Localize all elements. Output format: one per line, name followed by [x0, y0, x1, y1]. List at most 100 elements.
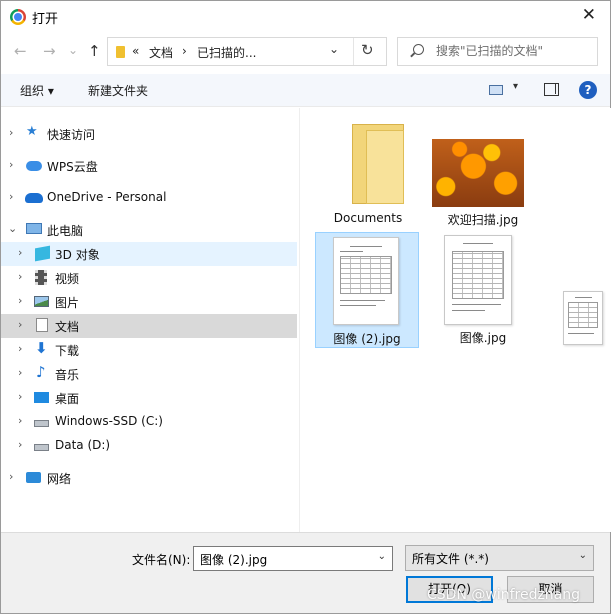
scan-thumbnail	[333, 237, 399, 325]
chevron-right-icon[interactable]: ›	[18, 366, 22, 379]
scan-thumbnail	[444, 235, 512, 325]
divider	[353, 38, 354, 65]
search-input[interactable]	[434, 41, 594, 61]
breadcrumb-separator[interactable]: ›	[182, 44, 187, 58]
chevron-right-icon[interactable]: ›	[18, 414, 22, 427]
sidebar-item-label: 文档	[55, 320, 80, 334]
chevron-right-icon[interactable]: ›	[18, 438, 22, 451]
sidebar-item-label: WPS云盘	[47, 160, 98, 174]
file-list: Documents 欢迎扫描.jpg 图像 (2).jpg 图像.jpg	[300, 108, 541, 532]
sidebar-item-label: Windows-SSD (C:)	[55, 414, 163, 428]
picture-icon	[34, 296, 49, 307]
file-item-welcome-scan[interactable]: 欢迎扫描.jpg	[431, 114, 535, 230]
close-button[interactable]: ✕	[582, 5, 596, 25]
download-icon: ⬇	[35, 339, 48, 357]
chevron-right-icon[interactable]: ›	[18, 246, 22, 259]
sidebar-item-label: 图片	[55, 296, 80, 310]
sidebar-item-desktop[interactable]: › 桌面	[1, 386, 297, 410]
onedrive-icon	[25, 193, 43, 203]
file-item-documents[interactable]: Documents	[316, 114, 420, 230]
forward-button[interactable]: →	[43, 42, 56, 60]
image-thumbnail	[432, 139, 524, 207]
search-box[interactable]	[397, 37, 598, 66]
sidebar-item-documents[interactable]: › 文档	[1, 314, 297, 338]
open-file-dialog: 打开 ✕ ← → ⌄ ↑ « 文档 › 已扫描的... ⌄ ↻ 组织 ▾ 新建文…	[0, 0, 611, 614]
video-icon	[35, 270, 47, 285]
file-name: Documents	[333, 211, 403, 225]
preview-pane	[541, 108, 611, 532]
sidebar-item-network[interactable]: › 网络	[1, 466, 297, 490]
drive-icon	[34, 420, 49, 427]
address-bar[interactable]: « 文档 › 已扫描的... ⌄ ↻	[107, 37, 387, 66]
document-icon	[36, 318, 48, 332]
sidebar-item-onedrive[interactable]: › OneDrive - Personal	[1, 186, 297, 210]
address-dropdown-icon[interactable]: ⌄	[329, 42, 339, 56]
help-icon[interactable]: ?	[579, 81, 597, 99]
preview-pane-icon[interactable]	[544, 83, 559, 96]
file-name: 图像 (2).jpg	[333, 332, 401, 346]
sidebar-item-videos[interactable]: › 视频	[1, 266, 297, 290]
recent-locations-button[interactable]: ⌄	[68, 43, 78, 57]
organize-menu[interactable]: 组织 ▾	[20, 82, 54, 99]
filename-input[interactable]: 图像 (2).jpg ⌄	[193, 546, 393, 571]
cube-icon	[35, 245, 50, 262]
chevron-right-icon[interactable]: ›	[18, 390, 22, 403]
sidebar-item-drive-d[interactable]: › Data (D:)	[1, 434, 297, 458]
chevron-right-icon[interactable]: ›	[9, 126, 13, 139]
breadcrumb-documents[interactable]: 文档	[149, 44, 173, 61]
chevron-down-icon[interactable]: ⌄	[8, 222, 17, 235]
view-dropdown-icon[interactable]: ▾	[513, 81, 518, 92]
refresh-icon[interactable]: ↻	[361, 41, 374, 59]
sidebar-item-wps-cloud[interactable]: › WPS云盘	[1, 154, 297, 178]
sidebar-item-3d-objects[interactable]: › 3D 对象	[1, 242, 297, 266]
filename-label: 文件名(N):	[132, 553, 191, 567]
music-icon: ♪	[36, 363, 46, 381]
navigation-pane[interactable]: › ★ 快速访问 › WPS云盘 › OneDrive - Personal ⌄…	[1, 108, 299, 532]
preview-thumbnail	[563, 291, 603, 345]
folder-icon	[352, 124, 406, 204]
chevron-right-icon[interactable]: ›	[9, 158, 13, 171]
file-item-image-2[interactable]: 图像 (2).jpg	[315, 232, 419, 348]
pc-icon	[26, 223, 42, 234]
new-folder-button[interactable]: 新建文件夹	[88, 82, 148, 99]
up-button[interactable]: ↑	[88, 42, 101, 60]
view-options-icon[interactable]	[489, 85, 503, 95]
sidebar-item-pictures[interactable]: › 图片	[1, 290, 297, 314]
sidebar-item-this-pc[interactable]: ⌄ 此电脑	[1, 218, 297, 242]
sidebar-item-label: 网络	[47, 472, 72, 486]
sidebar-item-label: 此电脑	[47, 224, 84, 238]
breadcrumb-scanned[interactable]: 已扫描的...	[197, 44, 256, 61]
chevron-right-icon[interactable]: ›	[18, 342, 22, 355]
chevron-right-icon[interactable]: ›	[9, 190, 13, 203]
filename-value: 图像 (2).jpg	[200, 553, 268, 567]
search-icon	[413, 44, 424, 55]
dialog-title: 打开	[32, 12, 59, 27]
folder-icon	[116, 46, 125, 58]
chevron-right-icon[interactable]: ›	[18, 270, 22, 283]
sidebar-item-music[interactable]: › ♪ 音乐	[1, 362, 297, 386]
sidebar-item-drive-c[interactable]: › Windows-SSD (C:)	[1, 410, 297, 434]
chevron-down-icon[interactable]: ⌄	[579, 550, 587, 561]
sidebar-item-label: 3D 对象	[55, 248, 100, 262]
desktop-icon	[34, 392, 49, 403]
sidebar-item-label: 桌面	[55, 392, 80, 406]
network-icon	[26, 472, 41, 483]
breadcrumb-overflow[interactable]: «	[132, 44, 139, 58]
filetype-select[interactable]: 所有文件 (*.*) ⌄	[405, 545, 594, 571]
chevron-right-icon[interactable]: ›	[18, 294, 22, 307]
chevron-right-icon[interactable]: ›	[18, 318, 22, 331]
sidebar-item-label: 下载	[55, 344, 80, 358]
file-item-image[interactable]: 图像.jpg	[431, 232, 535, 348]
sidebar-item-label: 快速访问	[47, 128, 96, 142]
toolbar: 组织 ▾ 新建文件夹 ▾ ?	[1, 74, 610, 107]
sidebar-item-label: 音乐	[55, 368, 80, 382]
sidebar-item-label: 视频	[55, 272, 80, 286]
drive-icon	[34, 444, 49, 451]
watermark: CSDN @winfredzhang	[427, 587, 581, 603]
back-button[interactable]: ←	[14, 42, 27, 60]
chevron-right-icon[interactable]: ›	[9, 470, 13, 483]
chevron-down-icon[interactable]: ⌄	[378, 551, 386, 562]
file-name: 图像.jpg	[459, 331, 507, 345]
sidebar-item-quick-access[interactable]: › ★ 快速访问	[1, 122, 297, 146]
sidebar-item-downloads[interactable]: › ⬇ 下载	[1, 338, 297, 362]
